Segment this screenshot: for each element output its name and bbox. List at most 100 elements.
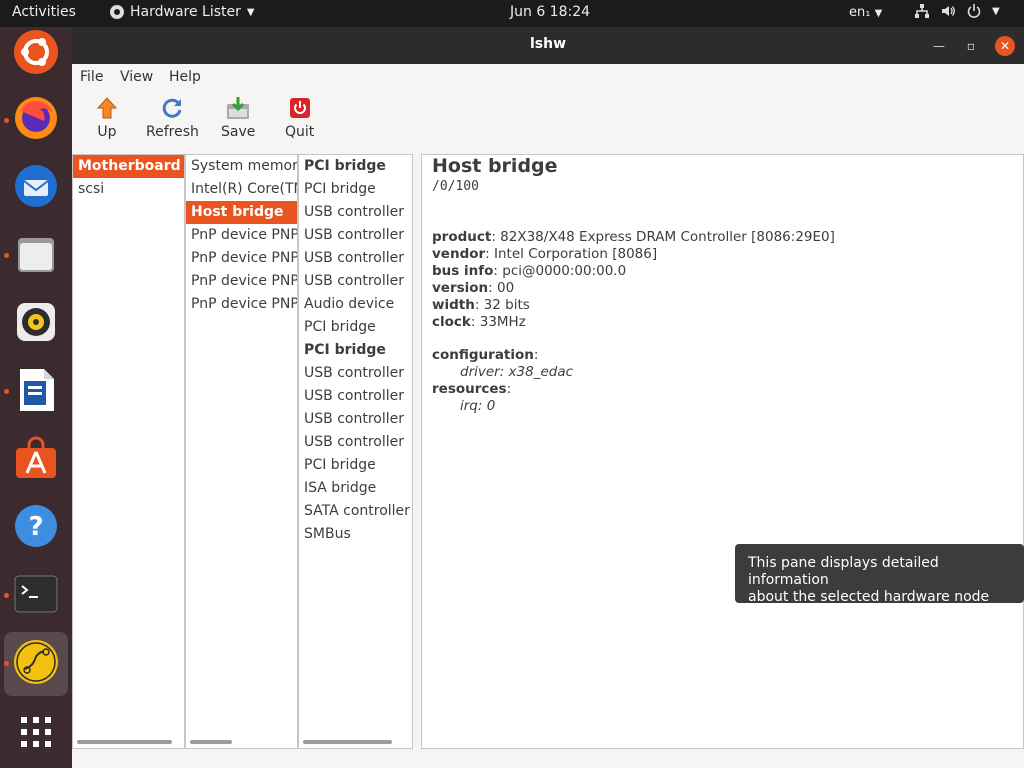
horizontal-scrollbar[interactable]	[303, 740, 392, 744]
property-label: bus info	[432, 263, 494, 279]
close-button[interactable]: ✕	[995, 36, 1015, 56]
list-item[interactable]: PnP device PNP0	[186, 224, 297, 247]
running-indicator	[4, 593, 9, 598]
dock-item-writer[interactable]	[11, 365, 61, 415]
property-label: version	[432, 280, 489, 296]
clock[interactable]: Jun 6 18:24	[510, 4, 590, 20]
list-item[interactable]: USB controller	[299, 224, 412, 247]
dock-item-hardware-lister[interactable]	[11, 637, 61, 687]
lshw-window: lshw — ▫ ✕ File View Help Up Refresh Sav…	[72, 27, 1024, 768]
quit-label: Quit	[285, 124, 315, 140]
top-bar: Activities Hardware Lister ▼ Jun 6 18:24…	[0, 0, 1024, 27]
arrow-up-icon	[95, 96, 119, 120]
property-product: product: 82X38/X48 Express DRAM Controll…	[432, 229, 835, 246]
list-item[interactable]: PnP device PNP0	[186, 247, 297, 270]
property-value: : pci@0000:00:00.0	[493, 263, 627, 279]
list-item[interactable]: SATA controller	[299, 500, 412, 523]
property-vendor: vendor: Intel Corporation [8086]	[432, 246, 835, 263]
menu-view[interactable]: View	[120, 69, 153, 85]
list-item[interactable]: System memory	[186, 155, 297, 178]
app-menu-icon	[110, 5, 124, 19]
quit-icon	[288, 96, 312, 120]
power-icon	[967, 4, 981, 18]
dock-item-files[interactable]	[11, 229, 61, 279]
list-item[interactable]: scsi	[73, 178, 184, 201]
menu-help[interactable]: Help	[169, 69, 201, 85]
firefox-icon	[15, 97, 57, 139]
detail-title: Host bridge	[432, 155, 558, 177]
refresh-icon	[160, 96, 184, 120]
chevron-down-icon: ▼	[992, 5, 1000, 17]
list-item[interactable]: USB controller	[299, 201, 412, 224]
list-item[interactable]: SMBus	[299, 523, 412, 546]
list-item[interactable]: Audio device	[299, 293, 412, 316]
property-label: resources	[432, 381, 507, 397]
menu-file[interactable]: File	[80, 69, 103, 85]
hardware-lister-icon	[14, 640, 58, 684]
list-item[interactable]: PCI bridge	[299, 454, 412, 477]
language-indicator[interactable]: en₁ ▼	[849, 5, 882, 20]
list-item[interactable]: ISA bridge	[299, 477, 412, 500]
list-item[interactable]: USB controller	[299, 362, 412, 385]
save-button[interactable]: Save	[221, 96, 255, 140]
chevron-down-icon: ▼	[874, 8, 883, 19]
property-width: width: 32 bits	[432, 297, 835, 314]
list-item[interactable]: USB controller	[299, 247, 412, 270]
pane-level-2[interactable]: System memory Intel(R) Core(TM Host brid…	[185, 154, 298, 749]
list-item[interactable]: USB controller	[299, 270, 412, 293]
quit-button[interactable]: Quit	[285, 96, 314, 140]
list-item[interactable]: Motherboard	[73, 155, 184, 178]
app-menu[interactable]: Hardware Lister ▼	[110, 4, 255, 20]
list-item[interactable]: Host bridge	[186, 201, 297, 224]
show-apps-icon	[21, 717, 51, 747]
activities-button[interactable]: Activities	[12, 4, 76, 20]
horizontal-scrollbar[interactable]	[77, 740, 172, 744]
horizontal-scrollbar[interactable]	[190, 740, 232, 744]
list-item[interactable]: PCI bridge	[299, 339, 412, 362]
chevron-down-icon: ▼	[246, 6, 255, 18]
dock-item-ubuntu[interactable]	[11, 27, 61, 77]
up-button[interactable]: Up	[95, 96, 119, 140]
list-item[interactable]: PCI bridge	[299, 178, 412, 201]
tooltip-line: This pane displays detailed information	[748, 555, 939, 588]
dock-item-terminal[interactable]	[11, 569, 61, 619]
dock-item-software[interactable]	[11, 433, 61, 483]
detail-properties: product: 82X38/X48 Express DRAM Controll…	[432, 229, 835, 331]
property-value: : 32 bits	[474, 297, 530, 313]
refresh-button[interactable]: Refresh	[146, 96, 199, 140]
volume-icon	[942, 6, 955, 16]
up-label: Up	[97, 124, 117, 140]
save-label: Save	[221, 124, 256, 140]
dock-item-thunderbird[interactable]	[11, 161, 61, 211]
list-item[interactable]: USB controller	[299, 385, 412, 408]
menu-bar: File View Help	[72, 64, 1024, 90]
list-item[interactable]: USB controller	[299, 408, 412, 431]
pane-level-1[interactable]: Motherboard scsi	[72, 154, 185, 749]
list-item[interactable]: USB controller	[299, 431, 412, 454]
list-item[interactable]: PCI bridge	[299, 316, 412, 339]
system-tray[interactable]: ▼	[914, 3, 1000, 19]
ubuntu-icon	[14, 30, 58, 74]
property-bus-info: bus info: pci@0000:00:00.0	[432, 263, 835, 280]
title-bar[interactable]: lshw — ▫ ✕	[72, 27, 1024, 64]
dock-item-rhythmbox[interactable]	[11, 297, 61, 347]
dock-item-firefox[interactable]	[11, 93, 61, 143]
software-center-icon	[16, 436, 56, 478]
dock-item-help[interactable]: ?	[11, 501, 61, 551]
list-item[interactable]: PnP device PNP0	[186, 270, 297, 293]
save-icon	[226, 96, 250, 120]
minimize-button[interactable]: —	[929, 36, 949, 56]
maximize-button[interactable]: ▫	[961, 36, 981, 56]
window-title: lshw	[529, 36, 567, 52]
pane-level-3[interactable]: PCI bridge PCI bridge USB controller USB…	[298, 154, 413, 749]
tooltip: This pane displays detailed information …	[735, 544, 1024, 605]
list-item[interactable]: PCI bridge	[299, 155, 412, 178]
dock-item-show-apps[interactable]	[11, 707, 61, 757]
property-clock: clock: 33MHz	[432, 314, 835, 331]
running-indicator	[4, 118, 9, 123]
resources-irq: irq: 0	[460, 398, 496, 414]
list-item[interactable]: Intel(R) Core(TM	[186, 178, 297, 201]
detail-pane: Host bridge /0/100 product: 82X38/X48 Ex…	[421, 154, 1024, 749]
network-icon	[915, 4, 929, 18]
list-item[interactable]: PnP device PNP0	[186, 293, 297, 316]
